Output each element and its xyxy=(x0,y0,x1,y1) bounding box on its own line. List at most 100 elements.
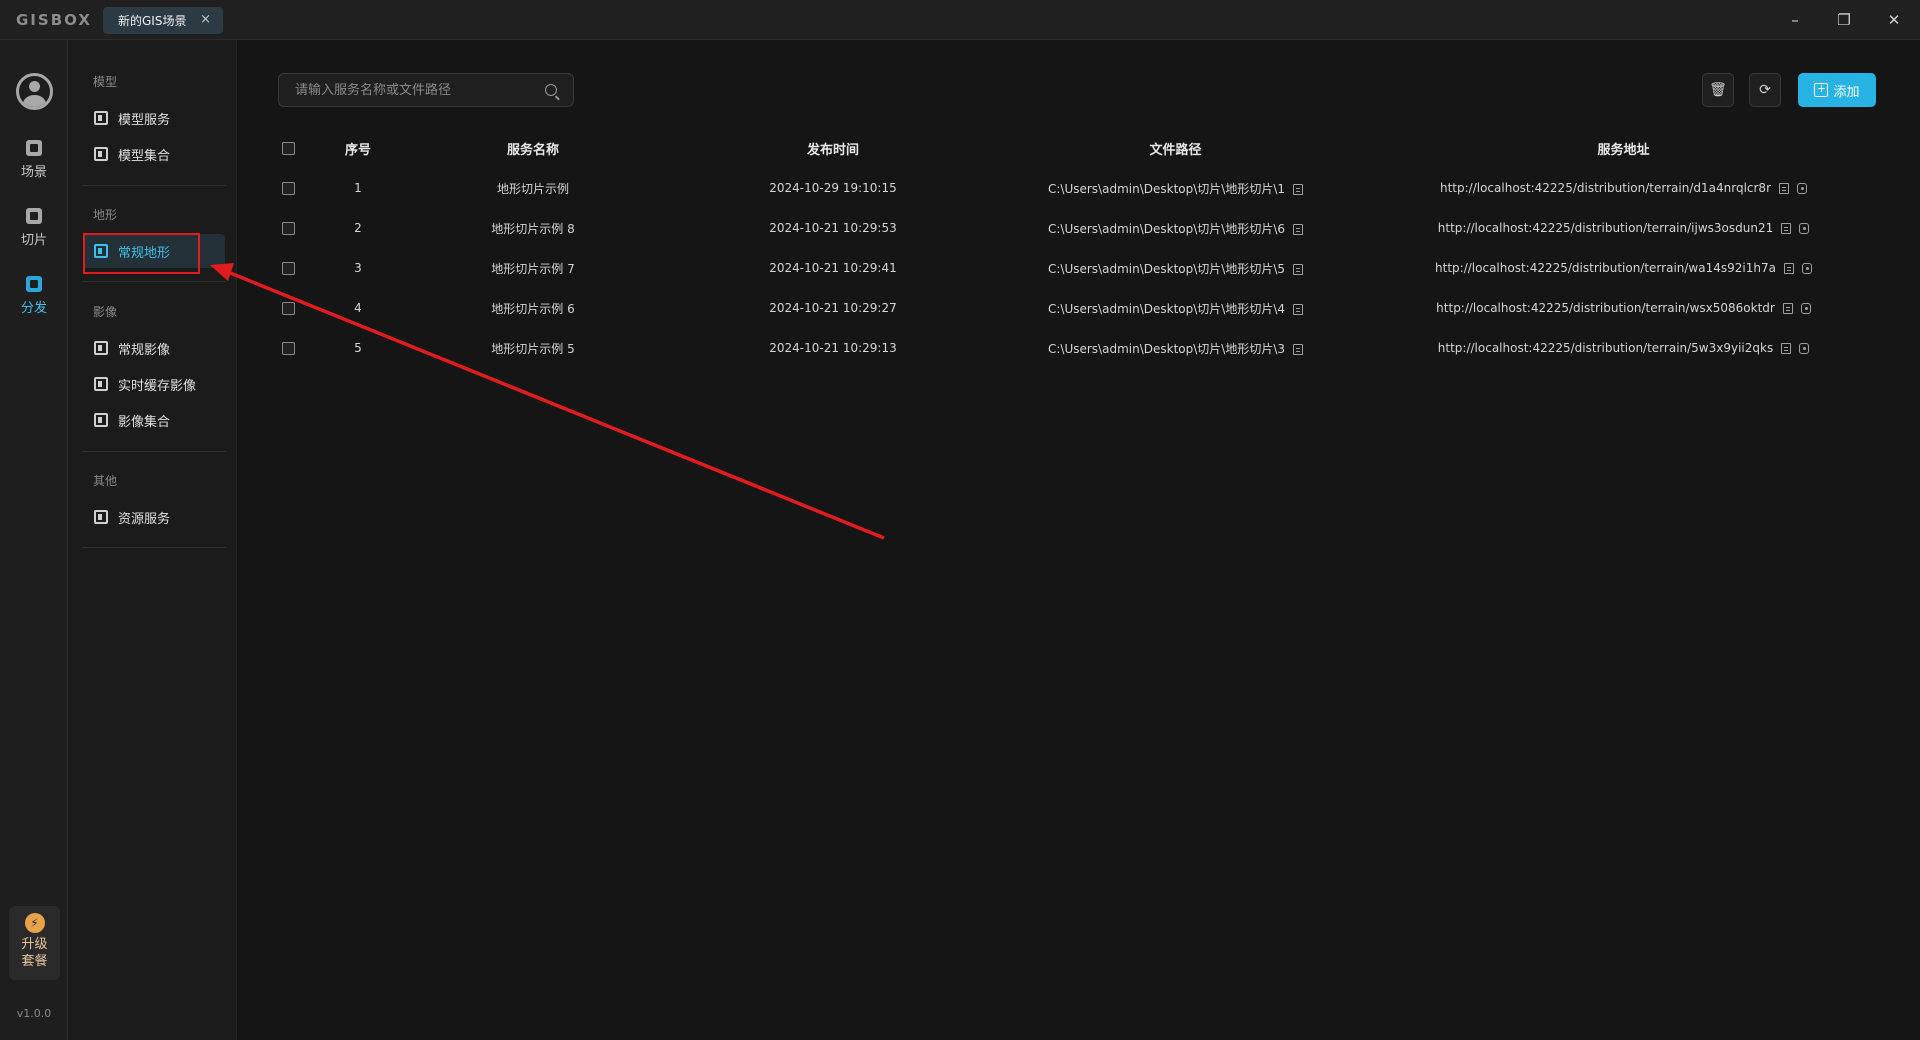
sidebar: 模型 模型服务 模型集合 地形 常规地形 影像 常规影像 实时缓存影像 影像集合… xyxy=(68,40,237,1040)
cell-time: 2024-10-21 10:29:53 xyxy=(769,221,897,235)
refresh-button[interactable]: ⟳ xyxy=(1749,73,1781,107)
image-icon xyxy=(94,341,108,355)
home-icon xyxy=(26,140,42,156)
row-checkbox[interactable] xyxy=(281,262,295,275)
resource-icon xyxy=(94,510,108,524)
table-row[interactable]: 4 地形切片示例 6 2024-10-21 10:29:27 C:\Users\adm… xyxy=(258,288,1894,328)
cell-index: 2 xyxy=(354,221,362,235)
row-checkbox[interactable] xyxy=(281,222,295,235)
preview-icon[interactable] xyxy=(1800,303,1811,314)
distribute-icon xyxy=(26,276,42,292)
column-header-name: 服务名称 xyxy=(506,142,559,158)
sidebar-item-realtime-cache-imagery[interactable]: 实时缓存影像 xyxy=(83,367,225,401)
url-text: http://localhost:42225/distribution/terr… xyxy=(1436,301,1775,315)
preview-icon[interactable] xyxy=(1801,263,1812,274)
minimize-button[interactable]: – xyxy=(1775,6,1815,34)
cell-path: C:\Users\admin\Desktop\切片\地形切片\4 xyxy=(998,288,1353,328)
model-icon xyxy=(94,111,108,125)
row-checkbox[interactable] xyxy=(281,302,295,315)
table-row[interactable]: 3 地形切片示例 7 2024-10-21 10:29:41 C:\Users\adm… xyxy=(258,248,1894,288)
row-select-cell[interactable] xyxy=(258,168,318,208)
main-content: 🗑 ⟳ + 添加 序号 服务名称 发布时间 文件路径 服务地址 1 地形切片示例 2… xyxy=(238,40,1920,1040)
search-input[interactable] xyxy=(295,82,535,98)
cell-url: http://localhost:42225/distribution/terr… xyxy=(1353,288,1894,328)
divider xyxy=(82,451,226,452)
app-logo: GISBOX xyxy=(16,11,92,29)
path-text: C:\Users\admin\Desktop\切片\地形切片\3 xyxy=(1047,341,1285,356)
service-table: 序号 服务名称 发布时间 文件路径 服务地址 1 地形切片示例 2024-10-29… xyxy=(258,128,1894,368)
path-text: C:\Users\admin\Desktop\切片\地形切片\4 xyxy=(1047,301,1285,316)
title-bar: GISBOX 新的GIS场景 × – ❐ ✕ xyxy=(0,0,1920,40)
sidebar-item-label: 资源服务 xyxy=(118,511,171,527)
cell-index: 4 xyxy=(354,301,362,315)
row-checkbox[interactable] xyxy=(281,342,295,355)
icon-rail: 场景 切片 分发 ⚡ 升级 套餐 v1.0.0 xyxy=(0,40,68,1040)
sidebar-item-label: 模型服务 xyxy=(118,112,171,128)
delete-button[interactable]: 🗑 xyxy=(1702,73,1734,107)
group-title-model: 模型 xyxy=(93,75,118,89)
sidebar-item-model-service[interactable]: 模型服务 xyxy=(83,101,225,135)
preview-icon[interactable] xyxy=(1797,183,1807,194)
row-select-cell[interactable] xyxy=(258,248,318,288)
rail-item-slice[interactable]: 切片 xyxy=(0,208,68,248)
sidebar-item-imagery-collection[interactable]: 影像集合 xyxy=(83,403,225,437)
copy-url-icon[interactable] xyxy=(1779,183,1789,194)
upgrade-plan-button[interactable]: ⚡ 升级 套餐 xyxy=(9,906,60,980)
copy-url-icon[interactable] xyxy=(1781,223,1792,234)
add-label: 添加 xyxy=(1833,84,1860,100)
path-text: C:\Users\admin\Desktop\切片\地形切片\1 xyxy=(1047,181,1285,196)
sidebar-item-model-collection[interactable]: 模型集合 xyxy=(83,137,225,171)
copy-url-icon[interactable] xyxy=(1783,263,1794,274)
sidebar-item-label: 实时缓存影像 xyxy=(118,378,197,394)
sidebar-item-label: 模型集合 xyxy=(118,148,171,164)
copy-path-icon[interactable] xyxy=(1293,303,1303,315)
preview-icon[interactable] xyxy=(1799,223,1810,234)
search-box[interactable] xyxy=(278,73,574,107)
model-icon xyxy=(94,147,108,161)
version-label: v1.0.0 xyxy=(16,1007,52,1020)
cell-time: 2024-10-29 19:10:15 xyxy=(769,181,897,195)
preview-icon[interactable] xyxy=(1799,343,1810,354)
avatar[interactable] xyxy=(16,73,53,110)
cell-time: 2024-10-21 10:29:13 xyxy=(769,341,897,355)
column-header-index: 序号 xyxy=(344,142,371,158)
copy-path-icon[interactable] xyxy=(1293,223,1303,235)
cell-url: http://localhost:42225/distribution/terr… xyxy=(1353,168,1894,208)
row-select-cell[interactable] xyxy=(258,288,318,328)
cell-url: http://localhost:42225/distribution/terr… xyxy=(1353,208,1894,248)
sidebar-item-resource-service[interactable]: 资源服务 xyxy=(83,500,225,534)
rail-label: 场景 xyxy=(20,165,47,180)
table-row[interactable]: 1 地形切片示例 2024-10-29 19:10:15 C:\Users\admin… xyxy=(258,168,1894,208)
url-text: http://localhost:42225/distribution/terr… xyxy=(1435,261,1776,275)
cell-url: http://localhost:42225/distribution/terr… xyxy=(1353,328,1894,368)
copy-url-icon[interactable] xyxy=(1781,343,1792,354)
url-text: http://localhost:42225/distribution/terr… xyxy=(1439,181,1771,195)
row-select-cell[interactable] xyxy=(258,328,318,368)
add-button[interactable]: + 添加 xyxy=(1798,73,1876,107)
select-all-checkbox[interactable] xyxy=(281,141,295,155)
url-text: http://localhost:42225/distribution/terr… xyxy=(1437,221,1774,235)
cell-path: C:\Users\admin\Desktop\切片\地形切片\6 xyxy=(998,208,1353,248)
sidebar-item-regular-imagery[interactable]: 常规影像 xyxy=(83,331,225,365)
cell-index: 5 xyxy=(354,341,362,355)
row-checkbox[interactable] xyxy=(281,182,295,195)
search-icon[interactable] xyxy=(545,84,557,96)
copy-path-icon[interactable] xyxy=(1293,183,1303,195)
tab-close-icon[interactable]: × xyxy=(200,12,211,27)
select-all-cell[interactable] xyxy=(258,128,318,168)
trash-icon: 🗑 xyxy=(1709,82,1727,98)
close-window-button[interactable]: ✕ xyxy=(1874,6,1914,34)
rail-item-distribute[interactable]: 分发 xyxy=(0,276,68,316)
cell-name: 地形切片示例 5 xyxy=(491,341,575,356)
column-header-time: 发布时间 xyxy=(806,142,859,158)
row-select-cell[interactable] xyxy=(258,208,318,248)
copy-path-icon[interactable] xyxy=(1293,263,1303,275)
copy-url-icon[interactable] xyxy=(1782,303,1793,314)
copy-path-icon[interactable] xyxy=(1293,343,1303,355)
table-row[interactable]: 5 地形切片示例 5 2024-10-21 10:29:13 C:\Users\adm… xyxy=(258,328,1894,368)
table-row[interactable]: 2 地形切片示例 8 2024-10-21 10:29:53 C:\Users\adm… xyxy=(258,208,1894,248)
restore-button[interactable]: ❐ xyxy=(1824,6,1864,34)
table-header: 序号 服务名称 发布时间 文件路径 服务地址 xyxy=(258,128,1894,168)
tab-scene[interactable]: 新的GIS场景 × xyxy=(103,7,223,34)
rail-item-scene[interactable]: 场景 xyxy=(0,140,68,180)
